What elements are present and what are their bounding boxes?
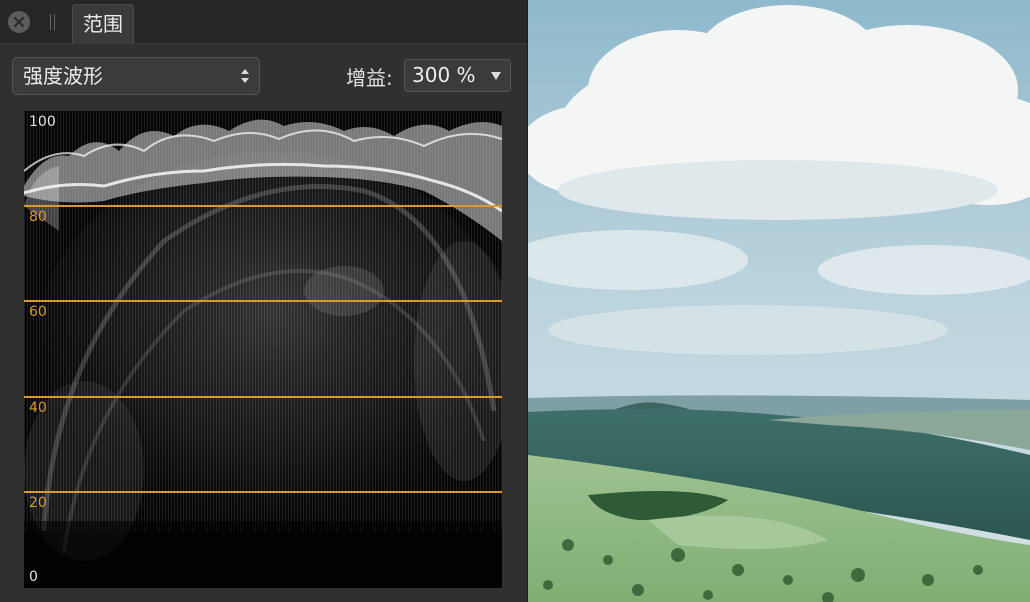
scope-mode-select[interactable]: 强度波形 <box>12 57 260 95</box>
gain-label: 增益: <box>346 66 393 90</box>
waveform-trace <box>24 111 502 588</box>
landscape-image <box>528 0 1030 602</box>
tick-label-60: 60 <box>29 304 47 320</box>
scopes-panel: 范围 强度波形 增益: 300 % 100 80 60 40 20 0 <box>0 0 528 602</box>
tick-label-80: 80 <box>29 209 47 225</box>
close-icon <box>13 16 25 28</box>
guide-line-60 <box>24 300 502 302</box>
waveform-scope: 100 80 60 40 20 0 <box>24 111 502 588</box>
tick-label-40: 40 <box>29 400 47 416</box>
guide-line-20 <box>24 491 502 493</box>
landscape-photo <box>528 0 1030 602</box>
gain-value: 300 % <box>412 63 476 87</box>
panel-titlebar: 范围 <box>0 0 527 44</box>
scope-mode-value: 强度波形 <box>23 64 103 88</box>
grip-icon[interactable] <box>50 14 56 30</box>
guide-line-40 <box>24 396 502 398</box>
chevron-down-icon <box>491 72 501 80</box>
tick-label-20: 20 <box>29 495 47 511</box>
tick-label-0: 0 <box>29 569 38 585</box>
close-button[interactable] <box>8 11 30 33</box>
guide-line-80 <box>24 205 502 207</box>
up-down-arrows-icon <box>241 69 249 83</box>
tab-scopes[interactable]: 范围 <box>72 4 134 44</box>
tick-label-100: 100 <box>29 114 56 130</box>
gain-select[interactable]: 300 % <box>404 59 511 92</box>
